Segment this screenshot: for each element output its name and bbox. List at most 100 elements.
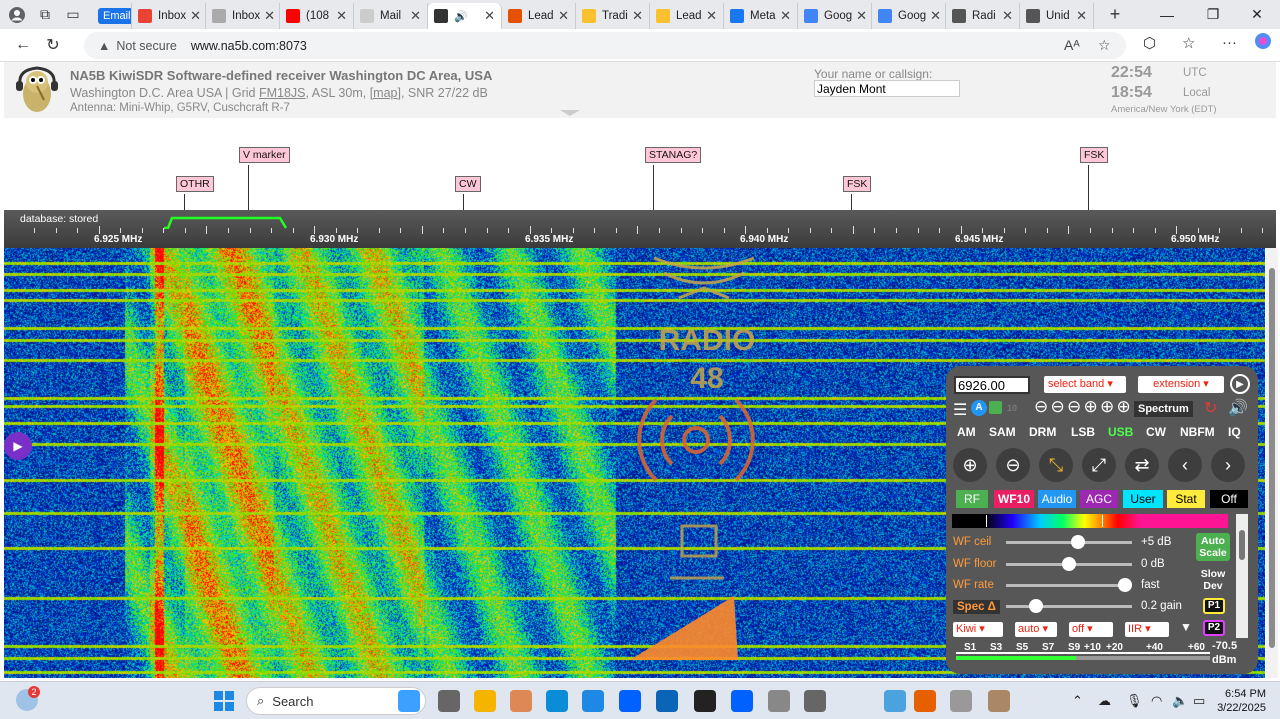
spec-slider[interactable] — [1006, 605, 1132, 608]
close-tab-icon[interactable]: ✕ — [852, 8, 867, 24]
browser-tab[interactable]: Lead ✕ — [502, 3, 576, 29]
collapse-header-icon[interactable] — [560, 110, 580, 116]
wf-rate-slider[interactable] — [1006, 584, 1132, 587]
spec-knob[interactable] — [1029, 599, 1043, 613]
iir-dropdown[interactable]: IIR ▾ — [1125, 622, 1169, 637]
wf-ceil-knob[interactable] — [1071, 535, 1085, 549]
profile-icon[interactable] — [6, 4, 28, 26]
browser-tab[interactable]: Lead ✕ — [650, 3, 724, 29]
play-audio-icon[interactable]: ▶ — [1230, 374, 1250, 394]
read-aloud-icon[interactable]: Aᴬ — [1064, 37, 1080, 53]
zoom-out-icon[interactable]: ⊖ — [996, 448, 1030, 482]
p2-button[interactable]: P2 — [1203, 620, 1225, 636]
tab-rf[interactable]: RF — [956, 490, 988, 508]
close-window-icon[interactable]: ✕ — [1234, 0, 1280, 29]
tab-stat[interactable]: Stat — [1167, 490, 1205, 508]
close-tab-icon[interactable]: ✕ — [776, 8, 791, 24]
tab-agc[interactable]: AGC — [1080, 490, 1118, 508]
tab-label[interactable]: (108 — [306, 10, 329, 22]
close-tab-icon[interactable]: ✕ — [628, 8, 643, 24]
map-link[interactable]: [map] — [370, 86, 401, 100]
waterfall-toggle-icon[interactable] — [989, 401, 1002, 414]
taskbar-clock[interactable]: 6:54 PM 3/22/2025 — [1216, 687, 1266, 715]
browser-tab[interactable]: Radi ✕ — [946, 3, 1020, 29]
notepad-icon[interactable] — [884, 690, 906, 712]
pinned-app-icon[interactable] — [510, 690, 532, 712]
tab-wf[interactable]: WF10 — [994, 490, 1034, 508]
url-box[interactable]: ▲ Not secure www.na5b.com:8073 Aᴬ ☆ — [84, 32, 1126, 59]
new-tab-icon[interactable]: + — [1104, 4, 1126, 26]
extension-dropdown[interactable]: extension ▾ — [1138, 376, 1224, 393]
favorites-icon[interactable]: ☆ — [1182, 34, 1195, 52]
close-tab-icon[interactable]: ✕ — [702, 8, 717, 24]
page-left-icon[interactable]: ‹ — [1168, 448, 1202, 482]
scrollbar-thumb[interactable] — [1269, 268, 1275, 648]
workspaces-icon[interactable]: ⧉ — [34, 4, 56, 26]
marker-fsk-1[interactable]: FSK — [843, 176, 872, 192]
grid-link[interactable]: FM18JS — [259, 86, 306, 100]
tab-label[interactable]: Email — [98, 8, 131, 24]
close-tab-icon[interactable]: ✕ — [332, 8, 347, 24]
warning-icon[interactable]: ▲ — [98, 39, 110, 53]
edge-browser-icon[interactable] — [546, 690, 568, 712]
mode-lsb[interactable]: LSB — [1071, 425, 1095, 439]
more-menu-icon[interactable]: ··· — [1222, 34, 1237, 51]
file-explorer-icon[interactable] — [474, 690, 496, 712]
outlook-icon[interactable] — [656, 690, 678, 712]
app-icon-2[interactable] — [950, 690, 972, 712]
task-view-icon[interactable] — [438, 690, 460, 712]
cloud-icon[interactable]: ☁ — [1098, 693, 1111, 709]
mode-cw[interactable]: CW — [1146, 425, 1166, 439]
kiwi-dropdown-label[interactable]: Kiwi — [956, 623, 976, 635]
amazon-icon[interactable] — [694, 690, 716, 712]
tab-label[interactable]: Lead — [676, 10, 702, 22]
slow-dev-button[interactable]: Slow Dev — [1196, 566, 1230, 594]
minimize-icon[interactable]: — — [1144, 0, 1190, 29]
maximize-icon[interactable]: ❐ — [1190, 0, 1236, 29]
browser-tab[interactable]: Goog ✕ — [798, 3, 872, 29]
panel-scroll-thumb[interactable] — [1239, 530, 1245, 560]
swap-icon[interactable]: ⇄ — [1125, 448, 1159, 482]
auto-icon[interactable]: A — [971, 400, 987, 416]
browser-tab[interactable]: (108 ✕ — [280, 3, 354, 29]
browser-tab[interactable]: Inbox ✕ — [132, 3, 206, 29]
mode-usb[interactable]: USB — [1108, 425, 1133, 439]
passband-indicator[interactable] — [162, 215, 288, 229]
back-icon[interactable]: ← — [8, 36, 38, 54]
off-dropdown[interactable]: off ▾ — [1069, 622, 1113, 637]
tab-label[interactable]: Goog — [824, 10, 852, 22]
close-tab-icon[interactable]: ✕ — [260, 8, 275, 24]
auto-dropdown[interactable]: auto ▾ — [1015, 622, 1057, 637]
tab-off[interactable]: Off — [1210, 490, 1248, 508]
mode-sam[interactable]: SAM — [989, 425, 1016, 439]
tab-label[interactable]: Tradi — [602, 10, 628, 22]
mode-iq[interactable]: IQ — [1228, 425, 1241, 439]
browser-tab[interactable]: 🔊 ✕ — [428, 3, 502, 29]
tab-actions-icon[interactable]: ▭ — [62, 4, 84, 26]
select-band-label[interactable]: select band — [1048, 378, 1104, 390]
auto-dropdown-label[interactable]: auto — [1018, 623, 1039, 635]
browser-tab[interactable]: Goog ✕ — [872, 3, 946, 29]
tab-label[interactable]: Goog — [898, 10, 926, 22]
close-tab-icon[interactable]: ✕ — [998, 8, 1013, 24]
wifi-icon[interactable]: ◠ — [1151, 693, 1162, 709]
zoom-band-icon[interactable]: ⤡ — [1039, 448, 1073, 482]
marker-fsk-2[interactable]: FSK — [1080, 147, 1109, 163]
spec-delta-button[interactable]: Spec Δ — [953, 600, 1000, 614]
step-up-icon[interactable]: ⊕ — [1117, 397, 1131, 417]
tray-chevron-icon[interactable]: ⌃ — [1072, 693, 1083, 709]
mute-reset-icon[interactable]: ↻ — [1204, 398, 1217, 418]
close-tab-icon[interactable]: ✕ — [406, 8, 421, 24]
step-up-icon[interactable]: ⊕ — [1084, 397, 1098, 417]
paint-icon[interactable] — [768, 690, 790, 712]
mode-drm[interactable]: DRM — [1029, 425, 1056, 439]
kiwi-dropdown[interactable]: Kiwi ▾ — [953, 622, 1003, 637]
step-down-icon[interactable]: ⊖ — [1051, 397, 1065, 417]
off-dropdown-label[interactable]: off — [1072, 623, 1084, 635]
menu-icon[interactable]: ☰ — [953, 400, 967, 420]
colormap-bar[interactable] — [952, 514, 1228, 528]
close-tab-icon[interactable]: ✕ — [480, 8, 495, 24]
start-icon[interactable] — [214, 691, 234, 714]
step-up-icon[interactable]: ⊕ — [1100, 397, 1114, 417]
spectrum-button[interactable]: Spectrum — [1134, 401, 1193, 417]
